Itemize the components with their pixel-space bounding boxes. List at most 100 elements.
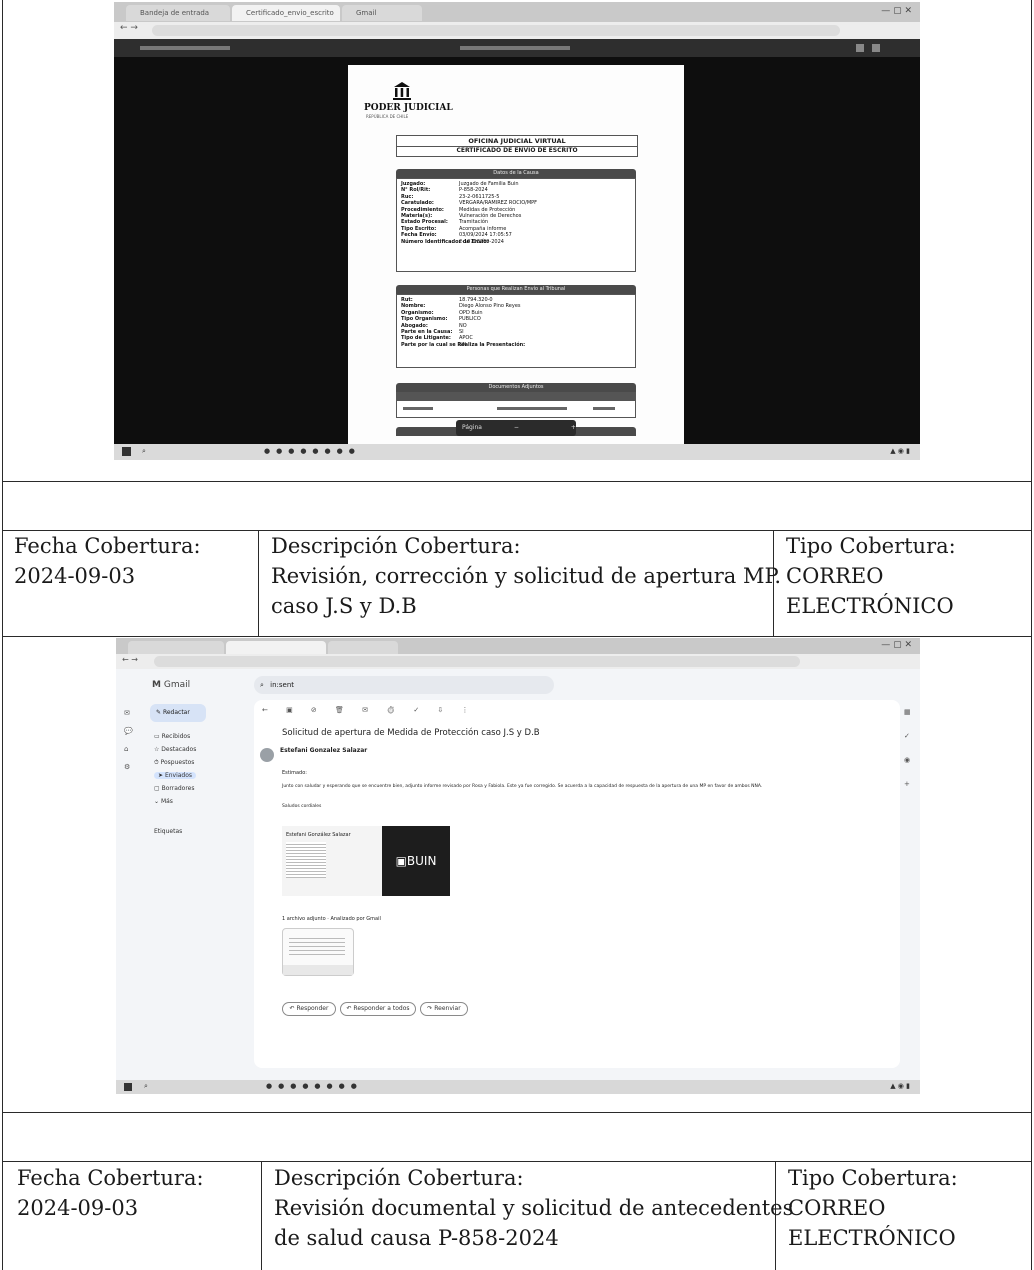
detail-value: PUBLICO (459, 316, 481, 323)
back-icon[interactable]: ← → (122, 655, 138, 664)
sidebar-item-icon: ▢ (154, 785, 162, 792)
detail-value: OPD Buin (459, 309, 483, 316)
address-bar: ← → (116, 654, 920, 669)
sidebar-item-icon: ▭ (154, 733, 162, 740)
row2-tipo-cell: Tipo Cobertura: CORREO ELECTRÓNICO (788, 1163, 958, 1253)
forward-button[interactable]: ↷ Reenviar (420, 1002, 468, 1016)
pdf-page-controls[interactable]: Página − + (456, 420, 576, 436)
url-field[interactable] (152, 25, 840, 36)
message-toolbar: ← ▣ ⊘ 🗑 ✉ ⏱ ✓ ⇩ ⋮ (262, 706, 477, 714)
browser-tab-bar: — ▢ ✕ (116, 638, 920, 654)
sidebar-item-label: Borradores (161, 785, 195, 792)
browser-tab-bar: Bandeja de entrada Certificado_envio_esc… (114, 2, 920, 22)
sidebar-item[interactable]: ☆ Destacados (154, 746, 196, 753)
windows-taskbar: ⌕ ●●●●●●●● ▲ ◉ ▮ (116, 1080, 920, 1094)
gmail-sidebar: ▭ Recibidos ☆ Destacados ⏱ Pospuestos ➤ Env… (116, 693, 226, 1076)
reply-button[interactable]: ↶ Responder (282, 1002, 336, 1016)
descripcion-line: de salud causa P-858-2024 (274, 1226, 559, 1250)
row1-descripcion-cell: Descripción Cobertura: Revisión, correcc… (271, 531, 781, 621)
taskbar-search-icon[interactable]: ⌕ (144, 1082, 148, 1091)
blank-row-2 (2, 1112, 1032, 1162)
sidebar-item[interactable]: ▭ Recibidos (154, 733, 190, 740)
attachment-thumbnail[interactable] (282, 928, 354, 976)
sender-avatar (260, 748, 274, 762)
sidebar-item[interactable]: ➤ Enviados (154, 772, 197, 779)
search-input[interactable]: ⌕ in:sent (254, 676, 554, 694)
reply-all-button[interactable]: ↶ Responder a todos (340, 1002, 416, 1016)
buin-logo-icon: ▣ (395, 854, 407, 868)
documents-table-header (397, 393, 635, 401)
detail-key: Parte por la cual se Realiza la Presenta… (401, 341, 526, 348)
detail-value: Acompaña informe (459, 225, 507, 232)
signature-lines (286, 842, 326, 878)
taskbar-app-icons[interactable]: ●●●●●●●● (266, 1082, 363, 1090)
taskbar-search-icon[interactable]: ⌕ (142, 447, 146, 456)
attachment-title: 1 archivo adjunto · Analizado por Gmail (282, 916, 381, 922)
pdf-print-icon[interactable] (872, 44, 880, 52)
attachment-preview (289, 935, 345, 955)
reply-icon: ↶ (289, 1005, 295, 1012)
documents-table-row (497, 407, 567, 410)
reply-all-icon: ↶ (346, 1005, 352, 1012)
personas-details: Rut: 18.794.320-0 Nombre: Diego Alonso Pino… (401, 297, 526, 348)
screenshot-certificate: Bandeja de entrada Certificado_envio_esc… (114, 2, 920, 460)
court-logo-text: PODER JUDICIAL (364, 103, 453, 113)
sidebar-item[interactable]: ▢ Borradores (154, 785, 195, 792)
zoom-in-icon[interactable]: + (571, 424, 576, 431)
tipo-line: CORREO (788, 1196, 886, 1220)
descripcion-label: Descripción Cobertura: (271, 534, 521, 558)
detail-value: APOC (459, 335, 473, 342)
detail-row: Número Identificador de Envío:2-10703269… (401, 239, 537, 245)
browser-tab[interactable] (328, 641, 398, 654)
pdf-page-label: Página (462, 424, 482, 431)
start-icon[interactable] (122, 447, 131, 456)
screenshot-gmail: — ▢ ✕ ← → M Gmail ⌕ in:sent ✎ Redactar ✉… (116, 638, 920, 1094)
detail-value: VERGARA/RAMIREZ ROCIO/MPF (459, 200, 538, 207)
system-tray: ▲ ◉ ▮ (890, 1082, 910, 1090)
reply-all-label: Responder a todos (353, 1005, 410, 1012)
detail-value: Juzgado de Familia Buin (459, 181, 519, 187)
sidebar-item-icon: ➤ (158, 772, 165, 779)
sidebar-item[interactable]: ⏱ Pospuestos (154, 759, 194, 767)
column-divider (261, 1161, 262, 1270)
forward-icon: ↷ (427, 1005, 433, 1012)
tipo-label: Tipo Cobertura: (786, 534, 956, 558)
back-icon[interactable]: ← → (120, 23, 138, 33)
pdf-title-placeholder (140, 46, 230, 50)
certificate-title-box: OFICINA JUDICIAL VIRTUAL CERTIFICADO DE … (396, 135, 638, 157)
tipo-label: Tipo Cobertura: (788, 1166, 958, 1190)
pdf-download-icon[interactable] (856, 44, 864, 52)
taskbar-app-icons[interactable]: ●●●●●●●● (264, 447, 361, 455)
url-field[interactable] (154, 656, 800, 667)
sidebar-item[interactable]: ⌄ Más (154, 798, 173, 805)
start-icon[interactable] (124, 1083, 132, 1091)
browser-tab-active[interactable]: Certificado_envio_escrito (232, 5, 340, 21)
sidebar-item-icon: ⏱ (154, 759, 161, 766)
browser-tab[interactable] (128, 641, 224, 654)
pdf-page: PODER JUDICIAL REPÚBLICA DE CHILE OFICIN… (348, 65, 684, 445)
sender-name: Estefani Gonzalez Salazar (280, 747, 368, 754)
browser-tab[interactable]: Gmail (342, 5, 422, 21)
documents-table (396, 392, 636, 418)
browser-tab[interactable]: Bandeja de entrada (126, 5, 230, 21)
descripcion-line: caso J.S y D.B (271, 594, 417, 618)
fecha-label: Fecha Cobertura: (14, 534, 201, 558)
court-logo-subtext: REPÚBLICA DE CHILE (366, 114, 409, 119)
documents-table-row (593, 407, 615, 410)
forward-label: Reenviar (434, 1005, 461, 1012)
zoom-out-icon[interactable]: − (514, 424, 519, 431)
row1-tipo-cell: Tipo Cobertura: CORREO ELECTRÓNICO (786, 531, 956, 621)
search-icon[interactable]: ⌕ (260, 681, 264, 689)
browser-tab-active[interactable] (226, 641, 326, 654)
descripcion-line: Revisión, corrección y solicitud de aper… (271, 564, 781, 588)
gmail-m-icon: M (152, 680, 161, 690)
section-header-documentos: Documentos Adjuntos (396, 383, 636, 392)
detail-value: NO (459, 322, 467, 329)
sidebar-item-label: Recibidos (161, 733, 191, 740)
email-subject: Solicitud de apertura de Medida de Prote… (282, 728, 540, 738)
fecha-value: 2024-09-03 (17, 1196, 139, 1220)
gmail-logo[interactable]: M Gmail (152, 680, 190, 690)
detail-value: 23-2-0611725-5 (459, 193, 500, 200)
document-page: Bandeja de entrada Certificado_envio_esc… (0, 0, 1034, 1270)
detail-value: Diego Alonso Pino Reyes (459, 303, 521, 310)
